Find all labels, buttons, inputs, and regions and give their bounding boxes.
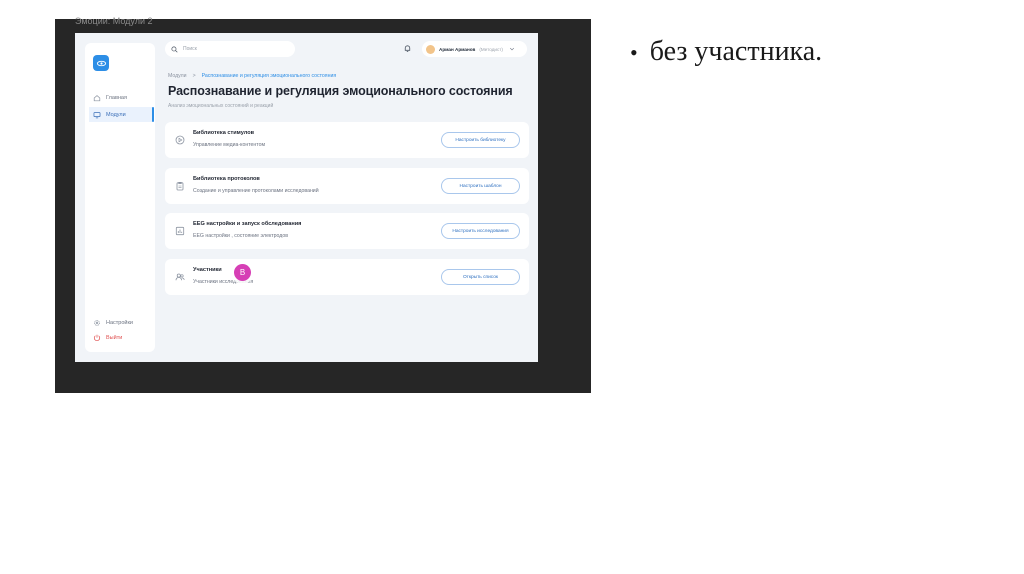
search-placeholder: Поиск xyxy=(183,46,197,52)
module-card-protocols: Библиотека протоколов Создание и управле… xyxy=(165,168,529,204)
sidebar-item-label: Главная xyxy=(106,94,127,101)
sidebar-item-settings[interactable]: Настройки xyxy=(89,315,153,330)
module-card-participants: Участники Участники исследования Открыть… xyxy=(165,259,529,295)
user-name: Арман Арманов xyxy=(439,46,476,52)
card-title: Участники xyxy=(193,267,222,273)
breadcrumb-separator: > xyxy=(192,73,196,79)
cursor-badge: B xyxy=(234,264,251,281)
search-input[interactable]: Поиск xyxy=(165,41,295,57)
card-description: Создание и управление протоколами исслед… xyxy=(193,188,319,194)
breadcrumb: Модули > Распознавание и регуляция эмоци… xyxy=(168,73,336,79)
bullet-marker: • xyxy=(630,40,638,65)
configure-template-button[interactable]: Настроить шаблон xyxy=(441,178,520,194)
gear-icon xyxy=(94,319,100,326)
card-description: Управление медиа-контентом xyxy=(193,142,266,148)
sidebar-item-label: Выйти xyxy=(106,334,123,341)
home-icon xyxy=(93,94,101,101)
configure-studies-button[interactable]: Настроить исследования xyxy=(441,223,520,239)
chart-icon xyxy=(175,226,185,236)
search-icon xyxy=(171,45,178,53)
sidebar-item-logout[interactable]: Выйти xyxy=(89,330,153,345)
sidebar-item-home[interactable]: Главная xyxy=(89,90,153,105)
avatar xyxy=(426,44,435,54)
app-window: Главная Модули Настройки Выйти Поиск Арм… xyxy=(75,33,538,362)
frame-title: Эмоции: Модули 2 xyxy=(75,16,153,26)
sidebar-item-label: Настройки xyxy=(106,319,133,326)
user-menu[interactable]: Арман Арманов (Методист) xyxy=(422,41,527,57)
monitor-icon xyxy=(93,111,101,118)
card-title: Библиотека протоколов xyxy=(193,176,260,182)
open-list-button[interactable]: Открыть список xyxy=(441,269,520,285)
sidebar: Главная Модули Настройки Выйти xyxy=(85,43,155,352)
page-title: Распознавание и регуляция эмоционального… xyxy=(168,84,513,98)
card-description: EEG настройки , состояние электродов xyxy=(193,233,288,239)
user-role: (Методист) xyxy=(479,46,503,52)
slide-bullet: • без участника. xyxy=(630,36,822,68)
module-card-stimuli: Библиотека стимулов Управление медиа-кон… xyxy=(165,122,529,158)
sidebar-item-label: Модули xyxy=(106,111,126,118)
users-icon xyxy=(175,273,185,281)
play-icon xyxy=(175,135,185,145)
sidebar-item-modules[interactable]: Модули xyxy=(89,107,154,122)
slide: Эмоции: Модули 2 Главная Модули Настройк… xyxy=(0,0,1024,574)
breadcrumb-current: Распознавание и регуляция эмоционального… xyxy=(201,73,337,79)
logout-icon xyxy=(93,334,101,341)
module-card-eeg: EEG настройки и запуск обследования EEG … xyxy=(165,213,529,249)
configure-library-button[interactable]: Настроить библиотеку xyxy=(441,132,520,148)
card-title: Библиотека стимулов xyxy=(193,130,255,136)
screenshot-frame: Эмоции: Модули 2 Главная Модули Настройк… xyxy=(55,16,591,393)
card-title: EEG настройки и запуск обследования xyxy=(193,221,302,227)
logo-icon[interactable] xyxy=(93,55,109,71)
chevron-down-icon xyxy=(509,47,514,51)
breadcrumb-root[interactable]: Модули xyxy=(168,73,187,79)
page-subtitle: Анализ эмоциональных состояний и реакций xyxy=(168,103,274,109)
bell-icon[interactable] xyxy=(403,44,412,53)
topbar: Поиск Арман Арманов (Методист) xyxy=(165,41,527,57)
bullet-text: без участника. xyxy=(649,36,823,67)
clipboard-icon xyxy=(176,181,184,191)
